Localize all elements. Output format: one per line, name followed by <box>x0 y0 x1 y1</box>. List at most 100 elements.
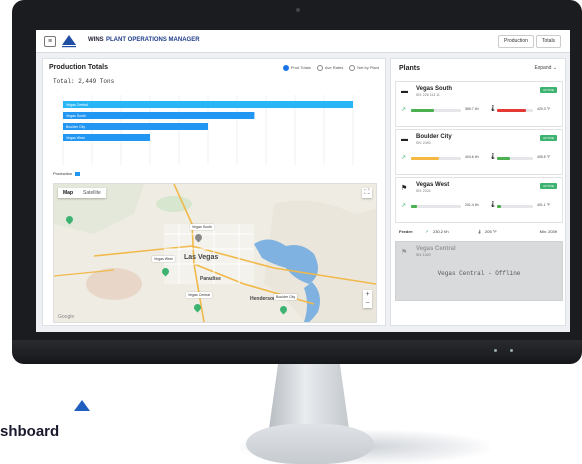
feeder-temp: 205 °F <box>485 229 497 234</box>
filter-ave-rates[interactable]: Ave Rates <box>317 65 343 71</box>
map-type-tabs: Map Satellite <box>58 188 106 198</box>
plant-icon: ▬ <box>401 88 408 95</box>
total-label: Total: 2,449 Tons <box>53 78 115 85</box>
rate-value: 201.4 t/h <box>465 203 479 207</box>
status-badge: ACTIVE <box>540 183 557 189</box>
expand-label: Expand <box>534 65 552 71</box>
plant-map[interactable]: Map Satellite ⛶ + − Las Vegas Paradise He… <box>53 183 377 323</box>
rate-bar-fill <box>411 109 434 112</box>
legend-swatch <box>75 171 81 176</box>
map-city-label: Henderson <box>250 296 277 302</box>
legend-label: Production <box>53 171 73 176</box>
indicator-light <box>494 349 497 352</box>
zoom-in-icon[interactable]: + <box>363 290 372 299</box>
chart-legend: Production <box>53 171 81 176</box>
chevron-down-icon: ⌄ <box>552 65 557 71</box>
status-badge: ACTIVE <box>540 87 557 93</box>
map-marker-label: Boulder City <box>274 294 298 300</box>
rate-bar-fill <box>411 157 439 160</box>
thermometer-icon: 🌡 <box>489 154 497 160</box>
plant-name: Vegas South <box>416 86 453 92</box>
chart-bar[interactable] <box>63 112 255 119</box>
panel-title: Production Totals <box>49 64 108 71</box>
temp-bar-fill <box>497 157 510 160</box>
map-attribution: Google <box>58 314 75 320</box>
map-marker-label: Vegas South <box>190 224 214 230</box>
plant-serial: SN: 226 113 11 <box>416 93 440 97</box>
feeder-mix: Mix: 2039 <box>539 229 557 234</box>
map-city-label: Paradise <box>200 276 221 282</box>
map-marker-label: Vegas West <box>152 256 175 262</box>
bar-label: Vegas South <box>66 114 86 118</box>
temp-bar <box>497 109 533 112</box>
plant-metrics: ↗ 201.4 t/h 🌡 401.1 °F <box>401 202 557 210</box>
feeder-label: Feeder: <box>399 229 414 234</box>
expand-button[interactable]: Expand ⌄ <box>534 65 557 71</box>
temp-value: 420.3 °F <box>537 107 551 111</box>
plant-metrics: ↗ 404.6 t/h 🌡 405.5 °F <box>401 154 557 162</box>
plant-card-offline[interactable]: ⚑ Vegas Central SN: 1020 Vegas Central -… <box>395 241 563 301</box>
feeder-row: Feeder: ↗ 230.2 t/h 🌡 205 °F Mix: 2039 <box>395 225 561 239</box>
thermometer-icon: 🌡 <box>489 106 497 112</box>
fullscreen-icon[interactable]: ⛶ <box>362 188 372 198</box>
temp-bar-fill <box>497 109 526 112</box>
trend-icon: ↗ <box>401 107 407 113</box>
map-city-label: Las Vegas <box>184 254 219 261</box>
caption-text: shboard <box>0 423 60 440</box>
plant-name: Vegas West <box>416 182 450 188</box>
app-subtitle: PLANT OPERATIONS MANAGER <box>106 37 200 43</box>
menu-icon[interactable]: ≡ <box>44 36 56 47</box>
trend-icon: ↗ <box>401 203 407 209</box>
rate-value: 369.7 t/h <box>465 107 479 111</box>
offline-message: Vegas Central - Offline <box>437 270 521 277</box>
filter-net-by-plant[interactable]: Net by Plant <box>349 65 379 71</box>
plant-serial: SN: 2493 <box>416 141 431 145</box>
tab-satellite[interactable]: Satellite <box>78 188 106 198</box>
app-name: WINS <box>88 37 104 43</box>
temp-value: 401.1 °F <box>537 203 551 207</box>
brand-triangle-icon <box>74 400 90 411</box>
bar-label: Vegas West <box>66 136 85 140</box>
production-panel: Production Totals Prod Totals Ave Rates … <box>42 58 386 326</box>
indicator-light <box>510 349 513 352</box>
camera <box>296 8 300 12</box>
plant-icon: ▬ <box>401 136 408 143</box>
monitor-base <box>246 424 374 464</box>
brand-logo-icon <box>62 35 76 48</box>
temp-value: 405.5 °F <box>537 155 551 159</box>
plant-name: Vegas Central <box>416 246 456 252</box>
bar-label: Boulder City <box>66 125 85 129</box>
app-header: ≡ WINS PLANT OPERATIONS MANAGER Producti… <box>36 30 570 53</box>
bar-label: Vegas Central <box>66 103 88 107</box>
rate-bar-fill <box>411 205 417 208</box>
plant-metrics: ↗ 369.7 t/h 🌡 420.3 °F <box>401 106 557 114</box>
temp-bar <box>497 205 533 208</box>
monitor-chin <box>12 340 582 364</box>
map-marker-label: Vegas Central <box>186 292 212 298</box>
plant-card[interactable]: ▬ Boulder City SN: 2493 ACTIVE ↗ 404.6 t/h 🌡 40… <box>395 129 563 175</box>
plant-icon: ⚑ <box>401 185 408 192</box>
plant-name: Boulder City <box>416 134 452 140</box>
thermometer-icon: 🌡 <box>477 229 483 234</box>
plant-serial: SN: 1020 <box>416 253 431 257</box>
rate-value: 404.6 t/h <box>465 155 479 159</box>
zoom-control: + − <box>363 290 372 308</box>
temp-bar <box>497 157 533 160</box>
plant-card[interactable]: ▬ Vegas South SN: 226 113 11 ACTIVE ↗ 369.7 t… <box>395 81 563 127</box>
temp-bar-fill <box>497 205 501 208</box>
plant-icon: ⚑ <box>401 249 408 256</box>
screen: ≡ WINS PLANT OPERATIONS MANAGER Producti… <box>36 30 570 332</box>
trend-icon: ↗ <box>425 229 429 234</box>
filter-prod-totals[interactable]: Prod Totals <box>283 65 311 71</box>
feeder-rate: 230.2 t/h <box>433 229 449 234</box>
thermometer-icon: 🌡 <box>489 202 497 208</box>
rate-bar <box>411 205 461 208</box>
tab-map[interactable]: Map <box>58 188 78 198</box>
plant-card[interactable]: ⚑ Vegas West SN: 2024 ACTIVE ↗ 201.4 t/h 🌡 401.… <box>395 177 563 223</box>
chart-bar[interactable] <box>63 101 353 108</box>
tab-totals[interactable]: Totals <box>536 35 562 48</box>
rate-bar <box>411 157 461 160</box>
status-badge: ACTIVE <box>540 135 557 141</box>
zoom-out-icon[interactable]: − <box>363 299 372 308</box>
tab-production[interactable]: Production <box>498 35 534 48</box>
